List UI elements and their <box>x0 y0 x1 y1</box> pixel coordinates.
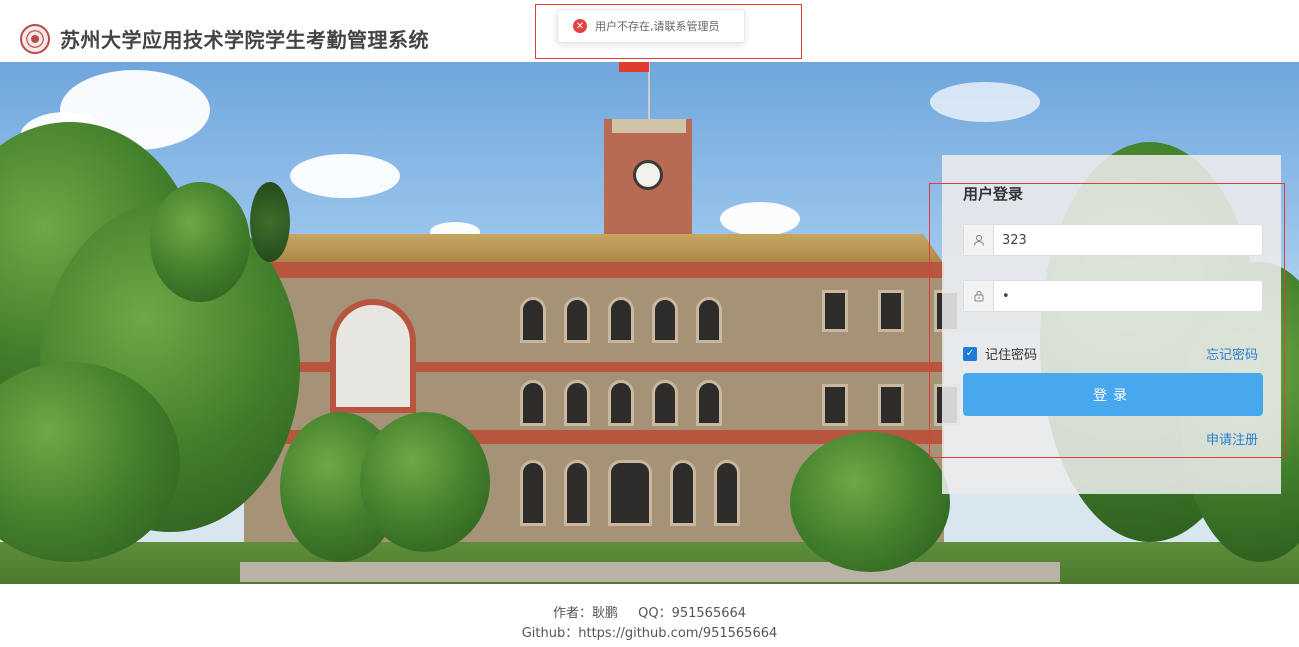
forgot-password-link[interactable]: 忘记密码 <box>1206 344 1258 363</box>
error-circle-icon: ✕ <box>573 19 587 33</box>
register-link[interactable]: 申请注册 <box>1206 429 1258 448</box>
footer: 作者：耿鹏 QQ：951565664 Github：https://github… <box>0 604 1299 644</box>
password-field[interactable] <box>963 280 1263 312</box>
toast-message: 用户不存在,请联系管理员 <box>595 20 720 33</box>
login-button[interactable]: 登录 <box>963 373 1263 416</box>
username-input[interactable] <box>994 225 1262 255</box>
username-field[interactable] <box>963 224 1263 256</box>
error-toast: ✕ 用户不存在,请联系管理员 <box>557 9 745 43</box>
footer-qq: QQ：951565664 <box>638 606 747 621</box>
footer-github: Github：https://github.com/951565664 <box>521 626 778 641</box>
lock-icon <box>964 281 994 311</box>
remember-password[interactable]: ✓ 记住密码 <box>963 344 1037 363</box>
school-logo-icon <box>20 24 50 54</box>
site-title: 苏州大学应用技术学院学生考勤管理系统 <box>60 28 429 52</box>
password-input[interactable] <box>994 281 1262 311</box>
login-title: 用户登录 <box>963 185 1024 203</box>
remember-label: 记住密码 <box>985 348 1038 363</box>
footer-author: 作者：耿鹏 <box>552 606 618 621</box>
user-icon <box>964 225 994 255</box>
remember-checkbox-checked-icon[interactable]: ✓ <box>963 346 977 361</box>
